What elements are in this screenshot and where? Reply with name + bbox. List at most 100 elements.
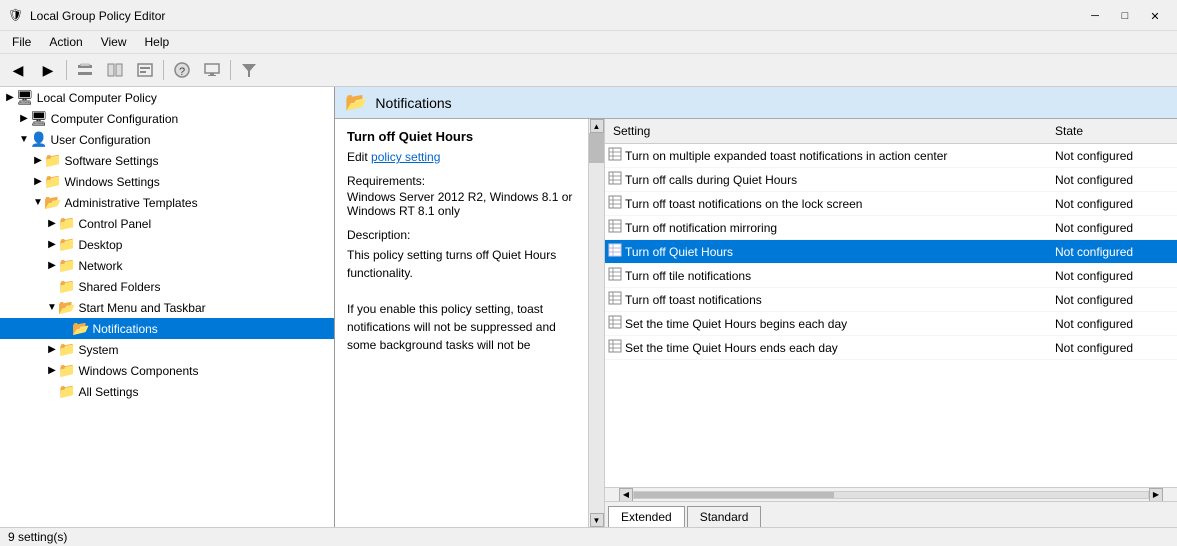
settings-row-6[interactable]: Turn off toast notifications Not configu… [605, 288, 1177, 312]
settings-row-3[interactable]: Turn off notification mirroring Not conf… [605, 216, 1177, 240]
policy-icon-3 [605, 219, 625, 236]
expand-icon-network: ▶ [46, 260, 58, 271]
tree-item-all-settings[interactable]: 📁 All Settings [0, 381, 334, 402]
tree-item-desktop-label: Desktop [78, 238, 122, 252]
content-header: 📂 Notifications [335, 87, 1177, 119]
row-1-state: Not configured [1047, 173, 1177, 187]
tree-item-win-components[interactable]: ▶ 📁 Windows Components [0, 360, 334, 381]
row-0-state: Not configured [1047, 149, 1177, 163]
policy-setting-link[interactable]: policy setting [371, 150, 440, 164]
content-header-title: Notifications [375, 95, 451, 111]
expand-icon-admin: ▼ [32, 197, 44, 208]
toolbar-filter[interactable] [235, 57, 263, 83]
scroll-up-btn[interactable]: ▲ [590, 119, 604, 133]
menu-action[interactable]: Action [41, 33, 90, 51]
tab-extended[interactable]: Extended [608, 506, 685, 527]
win-components-icon: 📁 [58, 362, 75, 379]
tree-item-all-settings-label: All Settings [78, 385, 138, 399]
tree-item-system[interactable]: ▶ 📁 System [0, 339, 334, 360]
close-button[interactable]: ✕ [1141, 6, 1169, 26]
system-icon: 📁 [58, 341, 75, 358]
settings-row-5[interactable]: Turn off tile notifications Not configur… [605, 264, 1177, 288]
tree-item-user-config[interactable]: ▼ 👤 User Configuration [0, 129, 334, 150]
settings-row-8[interactable]: Set the time Quiet Hours ends each day N… [605, 336, 1177, 360]
toolbar-help[interactable]: ? [168, 57, 196, 83]
expand-icon-control: ▶ [46, 218, 58, 229]
tree-item-network[interactable]: ▶ 📁 Network [0, 255, 334, 276]
tree-item-start-menu-label: Start Menu and Taskbar [78, 301, 205, 315]
tree-item-control-panel[interactable]: ▶ 📁 Control Panel [0, 213, 334, 234]
tree-item-desktop[interactable]: ▶ 📁 Desktop [0, 234, 334, 255]
tab-standard[interactable]: Standard [687, 506, 762, 527]
toolbar-separator-1 [66, 60, 67, 80]
toolbar-computer[interactable] [198, 57, 226, 83]
col-setting[interactable]: Setting [605, 122, 1047, 140]
toolbar-show-hide[interactable] [101, 57, 129, 83]
content-body: Turn off Quiet Hours Edit policy setting… [335, 119, 1177, 527]
settings-row-2[interactable]: Turn off toast notifications on the lock… [605, 192, 1177, 216]
scroll-down-btn[interactable]: ▼ [590, 513, 604, 527]
settings-row-7[interactable]: Set the time Quiet Hours begins each day… [605, 312, 1177, 336]
desc-requirements-value: Windows Server 2012 R2, Windows 8.1 or W… [347, 190, 584, 218]
row-8-state: Not configured [1047, 341, 1177, 355]
desc-edit-text: Edit [347, 150, 371, 164]
settings-list: Turn on multiple expanded toast notifica… [605, 144, 1177, 487]
settings-row-4[interactable]: Turn off Quiet Hours Not configured [605, 240, 1177, 264]
computer-config-icon: 🖥 [30, 110, 48, 127]
windows-settings-icon: 📁 [44, 173, 61, 190]
maximize-button[interactable]: □ [1111, 6, 1139, 26]
control-panel-icon: 📁 [58, 215, 75, 232]
tree-item-shared-folders[interactable]: 📁 Shared Folders [0, 276, 334, 297]
tree-item-user-config-label: User Configuration [50, 133, 150, 147]
h-scroll-right-btn[interactable]: ▶ [1149, 488, 1163, 502]
window-controls: ─ □ ✕ [1081, 6, 1169, 26]
minimize-button[interactable]: ─ [1081, 6, 1109, 26]
shared-folders-icon: 📁 [58, 278, 75, 295]
row-7-name: Set the time Quiet Hours begins each day [625, 317, 1047, 331]
desc-description-label: Description: [347, 228, 584, 242]
admin-templates-icon: 📂 [44, 194, 61, 211]
menu-view[interactable]: View [93, 33, 135, 51]
horizontal-scrollbar[interactable]: ◀ ▶ [605, 487, 1177, 501]
tree-item-control-panel-label: Control Panel [78, 217, 151, 231]
tree-root[interactable]: ▶ 🖥 Local Computer Policy [0, 87, 334, 108]
toolbar-up[interactable] [71, 57, 99, 83]
settings-row-0[interactable]: Turn on multiple expanded toast notifica… [605, 144, 1177, 168]
tree-item-notifications-label: Notifications [92, 322, 157, 336]
all-settings-icon: 📁 [58, 383, 75, 400]
tree-root-label: Local Computer Policy [37, 91, 157, 105]
content-header-icon: 📂 [345, 92, 367, 113]
tree-item-software-settings[interactable]: ▶ 📁 Software Settings [0, 150, 334, 171]
col-state[interactable]: State [1047, 122, 1177, 140]
expand-icon-computer: ▶ [18, 113, 30, 124]
desc-title: Turn off Quiet Hours [347, 129, 584, 144]
toolbar-forward[interactable]: ▶ [34, 57, 62, 83]
desc-edit-link: Edit policy setting [347, 150, 584, 164]
row-8-name: Set the time Quiet Hours ends each day [625, 341, 1047, 355]
tree-item-admin-templates[interactable]: ▼ 📂 Administrative Templates [0, 192, 334, 213]
window-title: Local Group Policy Editor [30, 9, 165, 23]
tree-item-windows-settings[interactable]: ▶ 📁 Windows Settings [0, 171, 334, 192]
h-scroll-thumb [634, 492, 834, 498]
row-6-state: Not configured [1047, 293, 1177, 307]
toolbar-separator-3 [230, 60, 231, 80]
row-5-state: Not configured [1047, 269, 1177, 283]
tree-item-computer-config[interactable]: ▶ 🖥 Computer Configuration [0, 108, 334, 129]
description-scrollbar[interactable]: ▲ ▼ [588, 119, 604, 527]
menu-help[interactable]: Help [137, 33, 178, 51]
toolbar-properties[interactable] [131, 57, 159, 83]
settings-row-1[interactable]: Turn off calls during Quiet Hours Not co… [605, 168, 1177, 192]
menu-bar: File Action View Help [0, 31, 1177, 54]
tree-pane: ▶ 🖥 Local Computer Policy ▶ 🖥 Computer C… [0, 87, 335, 527]
expand-icon-system: ▶ [46, 344, 58, 355]
menu-file[interactable]: File [4, 33, 39, 51]
toolbar-back[interactable]: ◀ [4, 57, 32, 83]
tree-item-notifications[interactable]: 📂 Notifications [0, 318, 334, 339]
row-7-state: Not configured [1047, 317, 1177, 331]
tree-item-system-label: System [78, 343, 118, 357]
notifications-icon: 📂 [72, 320, 89, 337]
row-3-state: Not configured [1047, 221, 1177, 235]
desc-requirements-label: Requirements: [347, 174, 584, 188]
h-scroll-left-btn[interactable]: ◀ [619, 488, 633, 502]
tree-item-start-menu[interactable]: ▼ 📂 Start Menu and Taskbar [0, 297, 334, 318]
